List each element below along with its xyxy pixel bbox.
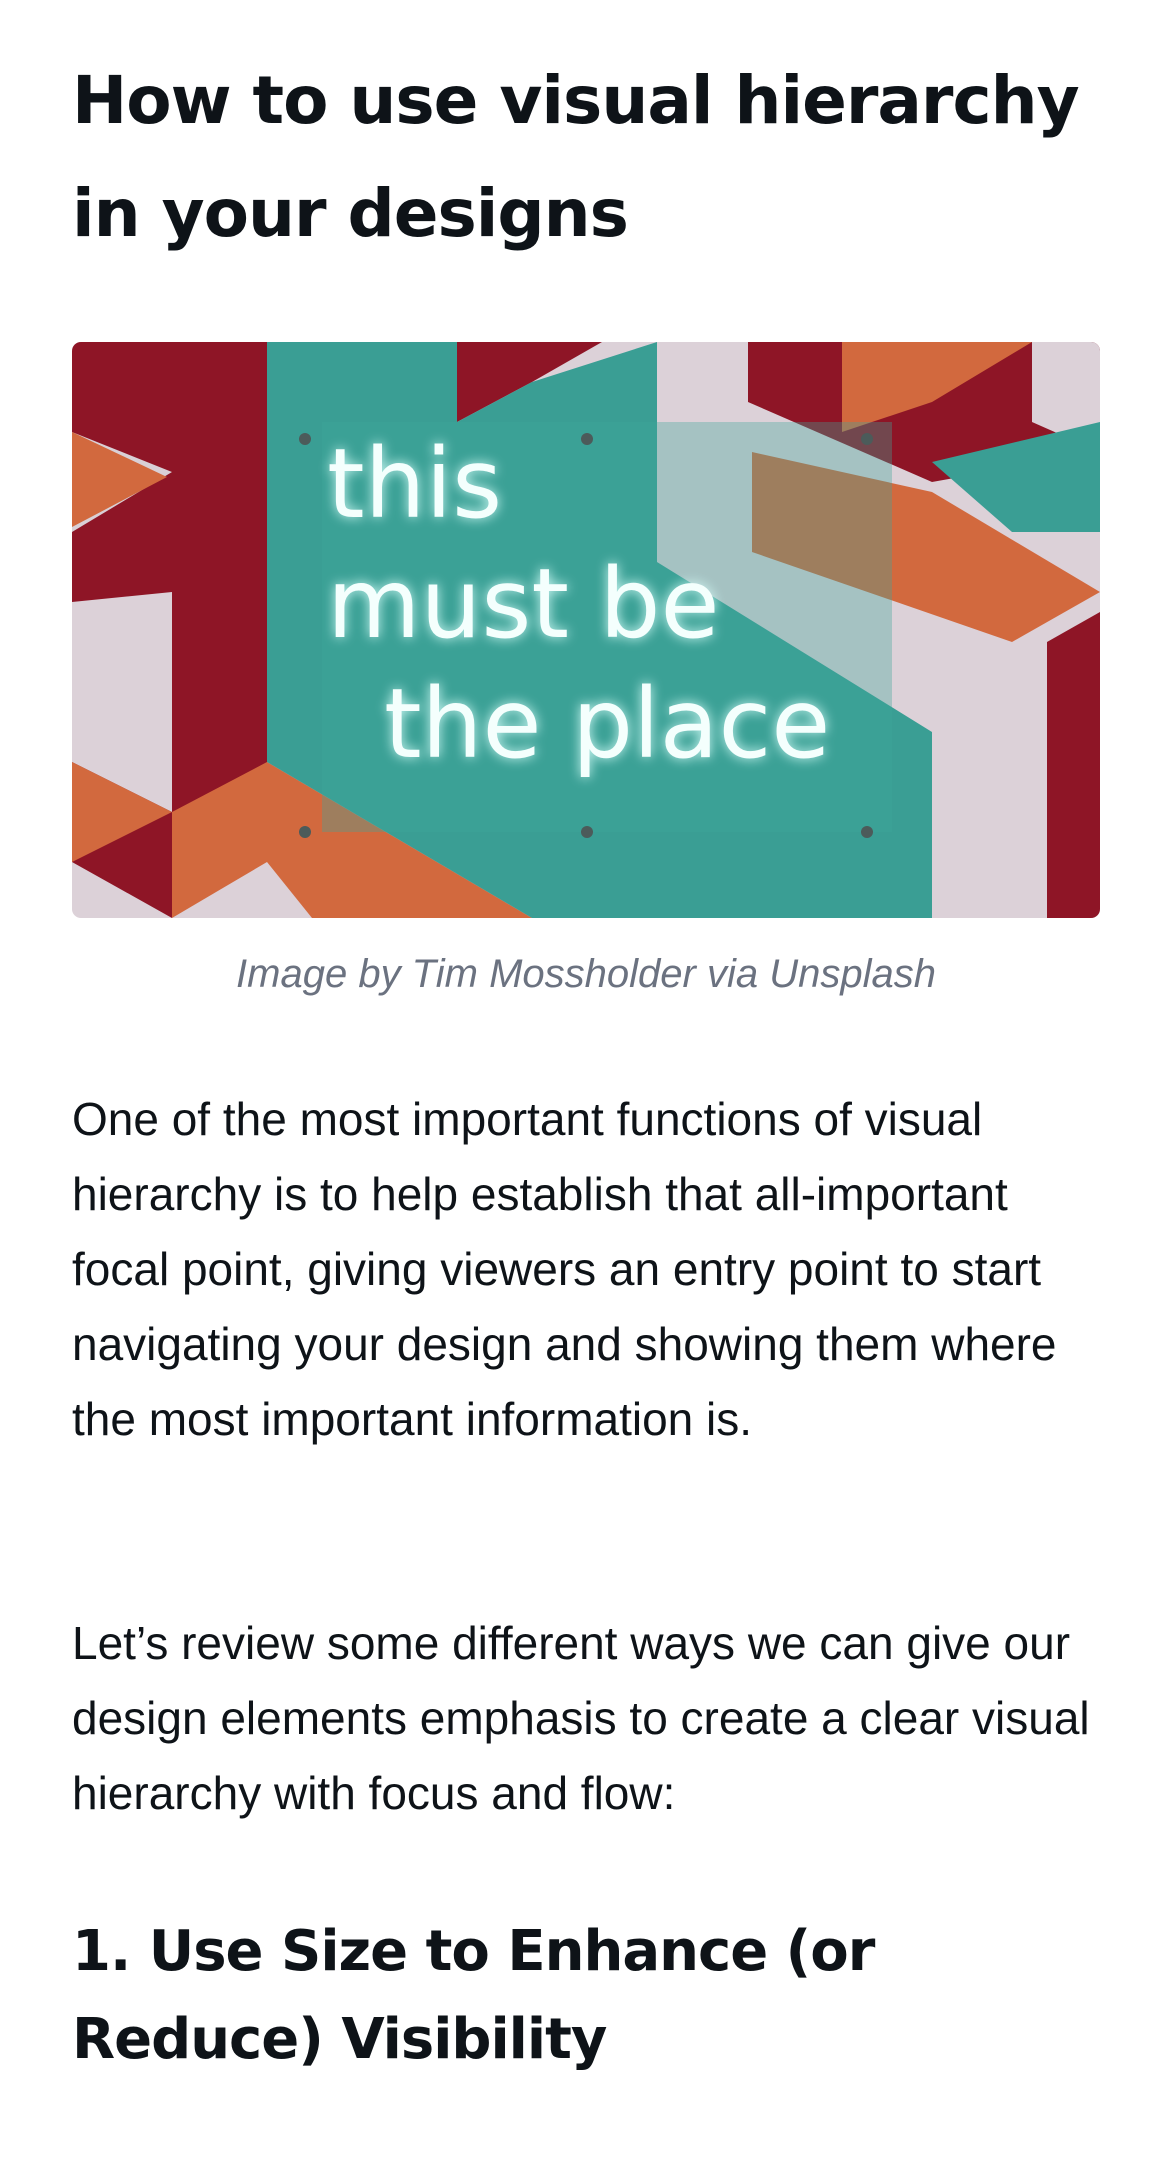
image-caption: Image by Tim Mossholder via Unsplash xyxy=(236,952,936,996)
section-heading: 1. Use Size to Enhance (or Reduce) Visib… xyxy=(72,1919,875,2072)
body-paragraph: One of the most important functions of v… xyxy=(72,1093,1057,1445)
article-title: How to use visual hierarchy in your desi… xyxy=(72,62,1080,252)
neon-line-1: this xyxy=(327,428,502,540)
neon-sign-photo: this must be the place xyxy=(72,342,1100,918)
neon-line-3: the place xyxy=(384,668,830,780)
body-paragraph: Let’s review some different ways we can … xyxy=(72,1617,1090,1819)
neon-line-2: must be xyxy=(327,548,720,660)
hero-image: this must be the place xyxy=(72,342,1100,918)
